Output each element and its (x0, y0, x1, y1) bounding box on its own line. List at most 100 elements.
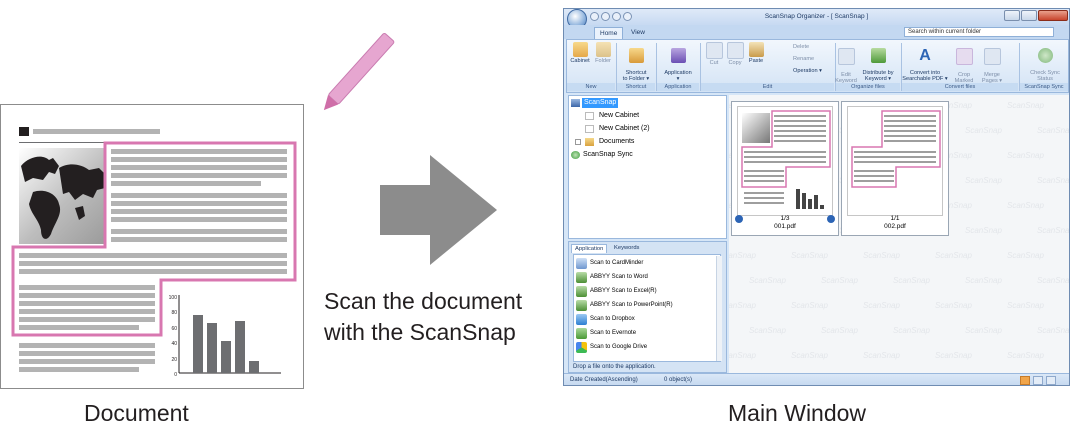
distribute-label: Distribute by Keyword ▾ (862, 70, 894, 82)
delete-button[interactable]: Delete (793, 44, 809, 50)
cabinet-icon (572, 42, 588, 57)
watermark-text: ScanSnap (1007, 201, 1044, 210)
watermark-text: ScanSnap (935, 251, 972, 260)
convert-label: Convert into Searchable PDF ▾ (902, 70, 948, 82)
watermark-text: ScanSnap (965, 226, 1002, 235)
document-label: Document (84, 400, 189, 426)
title-bar: ScanSnap Organizer - [ ScanSnap ] (564, 9, 1069, 25)
tree-sync-label: ScanSnap Sync (583, 151, 633, 158)
abbyy-excel-icon (576, 286, 587, 297)
tab-application[interactable]: Application (571, 244, 608, 253)
tree-item-scansnap-sync[interactable]: ScanSnap Sync (571, 150, 701, 160)
drop-hint: Drop a file onto the application. (573, 364, 656, 370)
check-sync-status-button[interactable]: Check Sync Status (1027, 42, 1063, 88)
doc-chart-bar (207, 323, 217, 373)
tree-item-label: Documents (599, 138, 635, 145)
cabinet-icon (585, 125, 594, 133)
tree-item-label: New Cabinet (599, 112, 640, 119)
view-mode-icon[interactable] (1020, 376, 1030, 385)
status-bar: Date Created(Ascending) 0 object(s) (564, 373, 1069, 385)
object-count: 0 object(s) (664, 377, 693, 383)
folder-button[interactable]: Folder (592, 42, 614, 64)
merge-pages-icon (983, 48, 1001, 65)
paste-label: Paste (748, 58, 764, 64)
application-pane: Application Keywords Scan to CardMinder … (568, 241, 727, 373)
watermark-text: ScanSnap (965, 326, 1002, 335)
page-indicator: 1/1 (890, 215, 900, 222)
scansnap-root-icon (571, 99, 580, 107)
paste-icon (748, 42, 764, 57)
tree-root-label: ScanSnap (582, 98, 619, 108)
maximize-button[interactable] (1021, 10, 1037, 21)
close-button[interactable] (1038, 10, 1068, 21)
watermark-text: ScanSnap (893, 326, 930, 335)
qat-undo-icon[interactable] (612, 12, 621, 21)
tree-item-new-cabinet-2[interactable]: New Cabinet (2) (585, 124, 705, 134)
group-shortcut: Shortcut (617, 83, 655, 91)
convert-searchable-pdf-button[interactable]: A Convert into Searchable PDF ▾ (902, 42, 948, 88)
qat-redo-icon[interactable] (623, 12, 632, 21)
watermark-text: ScanSnap (821, 276, 858, 285)
abbyy-word-icon (576, 272, 587, 283)
watermark-text: ScanSnap (1007, 151, 1044, 160)
watermark-text: ScanSnap (935, 351, 972, 360)
application-label: Application ▾ (664, 70, 692, 82)
tab-home[interactable]: Home (594, 27, 624, 39)
edit-keyword-icon (837, 48, 855, 65)
watermark-text: ScanSnap (1007, 251, 1044, 260)
copy-icon (726, 42, 744, 59)
scansnap-organizer-window: ScanSnap Organizer - [ ScanSnap ] Home V… (563, 8, 1070, 386)
group-edit: Edit (701, 83, 834, 91)
quick-access-toolbar (568, 11, 632, 23)
file-name: 001.pdf (774, 223, 796, 230)
cardminder-icon (576, 258, 587, 269)
documents-folder-icon (585, 138, 594, 146)
watermark-text: ScanSnap (965, 276, 1002, 285)
watermark-text: ScanSnap (1037, 176, 1069, 185)
app-list-scrollbar[interactable] (716, 256, 722, 361)
watermark-text: ScanSnap (1007, 301, 1044, 310)
watermark-text: ScanSnap (791, 301, 828, 310)
file-thumbnail[interactable]: 1/3 001.pdf (731, 101, 839, 236)
paste-button[interactable]: Paste (746, 42, 766, 64)
minimize-button[interactable] (1004, 10, 1020, 21)
application-button[interactable]: Application ▾ (659, 42, 697, 88)
qat-save-icon[interactable] (590, 12, 599, 21)
search-input[interactable]: Search within current folder (904, 27, 1054, 37)
group-application: Application (657, 83, 699, 91)
group-convert-files: Convert files (902, 83, 1018, 91)
expand-plus-icon[interactable] (575, 139, 581, 145)
tree-item-documents[interactable]: Documents (575, 137, 705, 147)
file-thumbnail[interactable]: 1/1 002.pdf (841, 101, 949, 236)
thumbnail-page (737, 106, 833, 216)
operation-button[interactable]: Operation ▾ (793, 68, 822, 74)
watermark-text: ScanSnap (791, 251, 828, 260)
list-view-icon[interactable] (1033, 376, 1043, 385)
qat-print-icon[interactable] (601, 12, 610, 21)
tree-item-new-cabinet[interactable]: New Cabinet (585, 111, 705, 121)
watermark-text: ScanSnap (863, 301, 900, 310)
watermark-text: ScanSnap (1037, 276, 1069, 285)
doc-bar-chart (178, 295, 281, 374)
google-drive-icon (576, 342, 587, 353)
cut-label: Cut (709, 60, 719, 66)
tree-root-scansnap[interactable]: ScanSnap (571, 98, 721, 108)
detail-view-icon[interactable] (1046, 376, 1056, 385)
shortcut-to-folder-button[interactable]: Shortcut to Folder ▾ (619, 42, 653, 88)
watermark-text: ScanSnap (821, 326, 858, 335)
copy-button[interactable]: Copy (725, 42, 745, 66)
tab-keywords[interactable]: Keywords (611, 244, 642, 253)
rename-button[interactable]: Rename (793, 56, 814, 62)
application-icon (670, 48, 686, 63)
cut-button[interactable]: Cut (704, 42, 724, 66)
distribute-by-keyword-button[interactable]: Distribute by Keyword ▾ (858, 42, 898, 88)
watermark-text: ScanSnap (935, 301, 972, 310)
doc-chart-axis: 100 80 60 40 20 0 (168, 295, 177, 379)
group-scansnap-sync: ScanSnap Sync (1020, 83, 1068, 91)
main-window-label: Main Window (728, 400, 867, 426)
sort-order[interactable]: Date Created(Ascending) (570, 374, 638, 385)
cabinet-button[interactable]: Cabinet (569, 42, 591, 64)
tab-view[interactable]: View (626, 27, 650, 39)
doc-chart-bar (235, 321, 245, 373)
group-organize-files: Organize files (836, 83, 900, 91)
